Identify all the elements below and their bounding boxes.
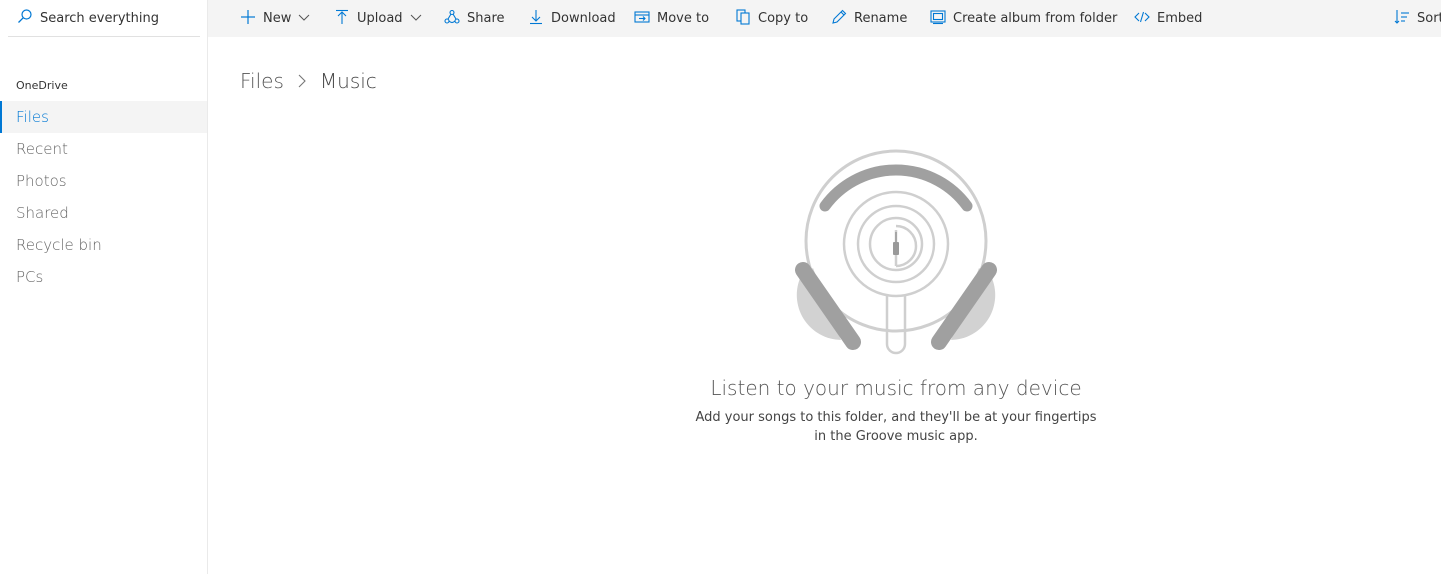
search-box[interactable]: Search everything: [8, 0, 200, 37]
new-button[interactable]: New: [240, 0, 310, 37]
upload-icon: [334, 9, 357, 29]
section-label-onedrive: OneDrive: [16, 79, 68, 92]
create-album-label: Create album from folder: [953, 11, 1118, 26]
command-bar: New Upload Share Download Move to Copy t…: [208, 0, 1441, 37]
search-label: Search everything: [40, 10, 159, 26]
sidebar-item-shared[interactable]: Shared: [0, 197, 207, 229]
share-icon: [444, 9, 467, 29]
copy-to-label: Copy to: [758, 11, 809, 26]
sidebar: Search everything OneDrive Files Recent …: [0, 0, 208, 574]
sidebar-item-label: PCs: [16, 268, 44, 286]
sidebar-item-recent[interactable]: Recent: [0, 133, 207, 165]
sidebar-item-label: Recycle bin: [16, 236, 102, 254]
chevron-right-icon: [297, 74, 307, 88]
download-label: Download: [551, 11, 616, 26]
embed-icon: [1134, 9, 1157, 29]
empty-state-title: Listen to your music from any device: [710, 376, 1082, 400]
headphones-illustration: [795, 148, 997, 360]
download-button[interactable]: Download: [528, 0, 616, 37]
rename-button[interactable]: Rename: [831, 0, 907, 37]
embed-label: Embed: [1157, 11, 1203, 26]
share-label: Share: [467, 11, 505, 26]
sort-label: Sort: [1417, 11, 1441, 26]
upload-button[interactable]: Upload: [334, 0, 422, 37]
plus-icon: [240, 9, 263, 29]
sidebar-item-label: Photos: [16, 172, 67, 190]
move-to-icon: [634, 9, 657, 29]
sidebar-item-label: Shared: [16, 204, 69, 222]
embed-button[interactable]: Embed: [1134, 0, 1202, 37]
sidebar-item-recycle-bin[interactable]: Recycle bin: [0, 229, 207, 261]
pencil-icon: [831, 9, 854, 29]
move-to-label: Move to: [657, 11, 710, 26]
copy-to-button[interactable]: Copy to: [735, 0, 808, 37]
album-icon: [930, 9, 953, 29]
create-album-button[interactable]: Create album from folder: [930, 0, 1117, 37]
sort-icon: [1394, 9, 1417, 29]
sidebar-item-label: Files: [16, 108, 49, 126]
download-icon: [528, 9, 551, 29]
search-icon: [17, 8, 33, 28]
chevron-down-icon: [403, 11, 422, 27]
rename-label: Rename: [854, 11, 908, 26]
sidebar-item-files[interactable]: Files: [0, 101, 207, 133]
upload-label: Upload: [357, 11, 403, 26]
sidebar-item-label: Recent: [16, 140, 68, 158]
empty-state-description: Add your songs to this folder, and they'…: [695, 410, 1097, 444]
sidebar-item-pcs[interactable]: PCs: [0, 261, 207, 293]
sidebar-item-photos[interactable]: Photos: [0, 165, 207, 197]
chevron-down-icon: [291, 11, 310, 27]
copy-icon: [735, 8, 758, 29]
sidebar-nav: Files Recent Photos Shared Recycle bin P…: [0, 101, 207, 293]
breadcrumb: Files Music: [240, 69, 377, 93]
breadcrumb-item-music: Music: [319, 69, 377, 93]
share-button[interactable]: Share: [444, 0, 505, 37]
new-label: New: [263, 11, 292, 26]
sort-button[interactable]: Sort: [1394, 0, 1441, 37]
breadcrumb-item-files[interactable]: Files: [240, 69, 284, 93]
move-to-button[interactable]: Move to: [634, 0, 709, 37]
